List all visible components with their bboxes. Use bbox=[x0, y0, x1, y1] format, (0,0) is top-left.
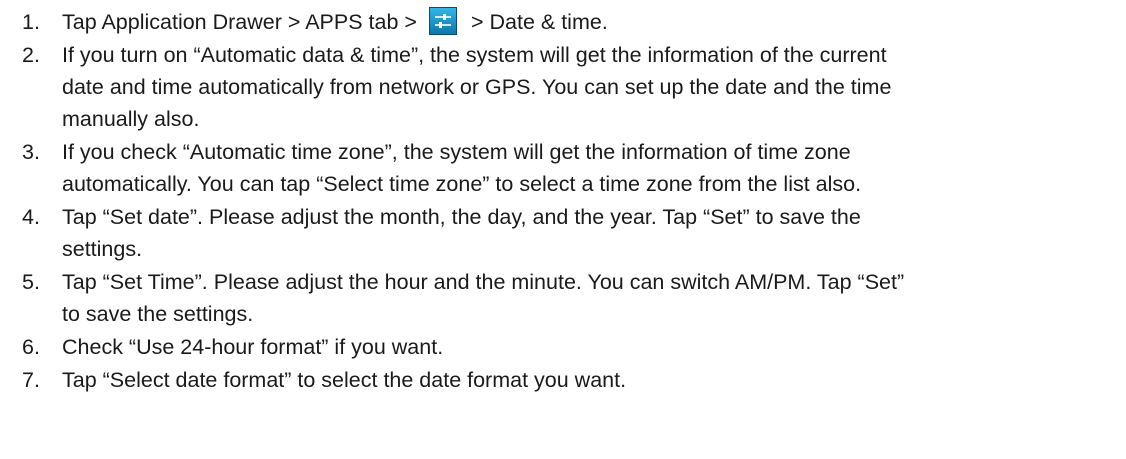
step-line: Tap “Set date”. Please adjust the month,… bbox=[62, 205, 861, 229]
step-line: Tap “Set Time”. Please adjust the hour a… bbox=[62, 270, 905, 294]
step-line: If you turn on “Automatic data & time”, … bbox=[62, 43, 887, 67]
list-item: 2. If you turn on “Automatic data & time… bbox=[0, 39, 1126, 135]
step-number: 6. bbox=[22, 335, 40, 359]
step-line: Check “Use 24-hour format” if you want. bbox=[62, 335, 444, 359]
step-number: 4. bbox=[22, 205, 40, 229]
step-number: 1. bbox=[22, 10, 40, 34]
step-line: date and time automatically from network… bbox=[62, 75, 892, 99]
step-line: Tap “Select date format” to select the d… bbox=[62, 368, 627, 392]
list-item: 6. Check “Use 24-hour format” if you wan… bbox=[0, 331, 1126, 363]
step-line: settings. bbox=[62, 237, 143, 261]
list-item: 5. Tap “Set Time”. Please adjust the hou… bbox=[0, 266, 1126, 330]
list-item: 1. Tap Application Drawer > APPS tab > >… bbox=[0, 6, 1126, 38]
step-text-continued: > Date & time. bbox=[470, 10, 608, 34]
list-item: 7. Tap “Select date format” to select th… bbox=[0, 364, 1126, 396]
step-number: 3. bbox=[22, 140, 40, 164]
step-text: Tap Application Drawer > APPS tab > bbox=[62, 10, 417, 34]
settings-sliders-icon bbox=[428, 7, 457, 35]
instruction-list: 1. Tap Application Drawer > APPS tab > >… bbox=[0, 6, 1126, 397]
step-line: automatically. You can tap “Select time … bbox=[62, 172, 862, 196]
step-line: manually also. bbox=[62, 107, 200, 131]
step-line: If you check “Automatic time zone”, the … bbox=[62, 140, 851, 164]
list-item: 3. If you check “Automatic time zone”, t… bbox=[0, 136, 1126, 200]
step-number: 7. bbox=[22, 368, 40, 392]
step-line: to save the settings. bbox=[62, 302, 254, 326]
step-number: 2. bbox=[22, 43, 40, 67]
list-item: 4. Tap “Set date”. Please adjust the mon… bbox=[0, 201, 1126, 265]
step-number: 5. bbox=[22, 270, 40, 294]
